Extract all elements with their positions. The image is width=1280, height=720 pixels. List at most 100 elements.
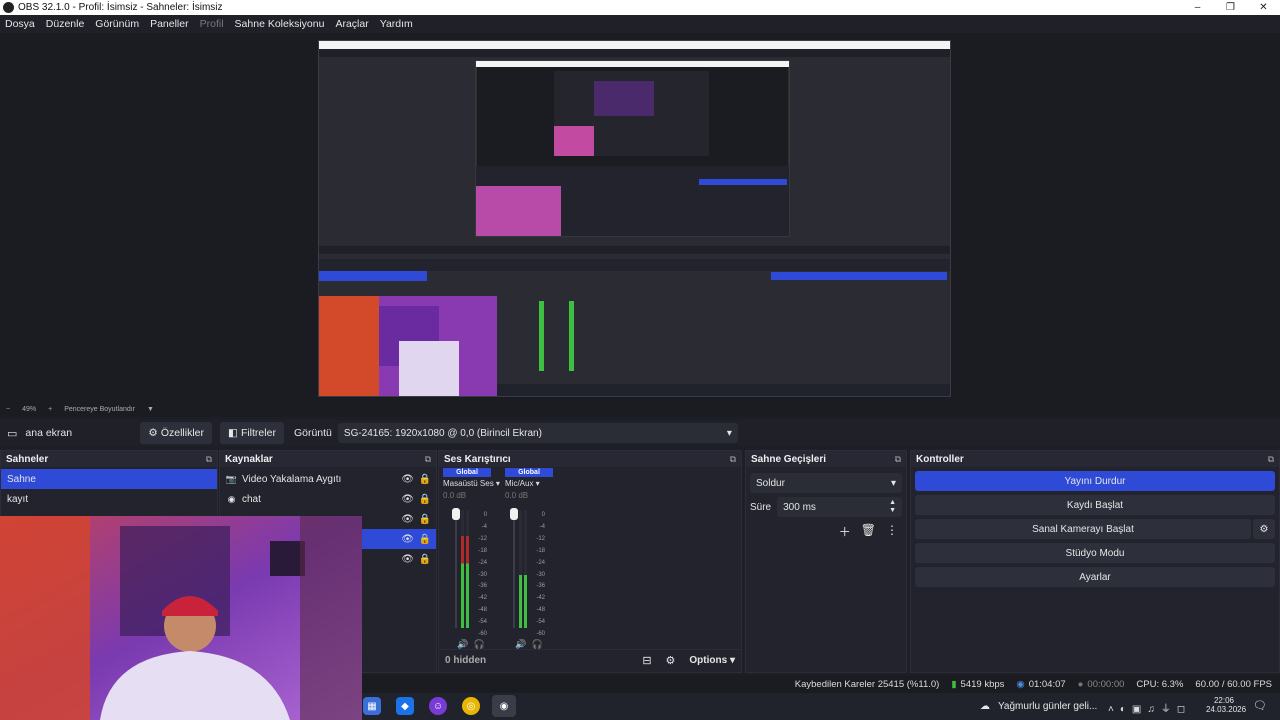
menu-view[interactable]: Görünüm — [95, 18, 139, 30]
meter-scale-tick: 0 — [483, 512, 487, 518]
notification-icon[interactable]: 🗨 — [1253, 699, 1267, 712]
stream-icon: ◉ — [1016, 678, 1025, 690]
display-select[interactable]: SG-24165: 1920x1080 @ 0,0 (Birincil Ekra… — [337, 423, 738, 443]
channel-name[interactable]: Mic/Aux ▾ — [505, 479, 553, 488]
weather-text[interactable]: Yağmurlu günler geli... — [998, 701, 1097, 712]
undock-icon[interactable]: ⧉ — [895, 454, 901, 465]
clock[interactable]: 22:06 24.03.2026 — [1206, 696, 1246, 714]
menu-profile[interactable]: Profil — [200, 18, 224, 30]
undock-icon[interactable]: ⧉ — [206, 454, 212, 465]
close-button[interactable]: ✕ — [1247, 0, 1280, 15]
cpu-usage: CPU: 6.3% — [1136, 678, 1184, 690]
advanced-audio-icon[interactable]: ⚙ — [666, 654, 676, 667]
menu-edit[interactable]: Düzenle — [46, 18, 85, 30]
obs-taskbar-icon[interactable]: ◉ — [492, 695, 516, 717]
headphones-icon[interactable]: 🎧 — [532, 639, 543, 649]
meter-scale-tick: -42 — [478, 595, 487, 602]
eye-icon[interactable]: 👁 — [401, 554, 414, 565]
stream-time: 01:04:07 — [1028, 678, 1066, 690]
controls-dock: Kontroller ⧉ Yayını Durdur Kaydı Başlat … — [910, 450, 1280, 673]
undock-icon[interactable]: ⧉ — [425, 454, 431, 465]
restore-button[interactable]: ❐ — [1214, 0, 1247, 15]
menu-help[interactable]: Yardım — [380, 18, 413, 30]
global-badge: Global — [505, 468, 553, 477]
source-item[interactable]: ◉ chat 👁 🔒 — [220, 489, 436, 509]
zoom-out-button[interactable]: − — [6, 406, 10, 413]
preview-canvas[interactable] — [318, 40, 951, 397]
speaker-icon[interactable]: 🔊 — [515, 639, 526, 649]
meter-scale-tick: -42 — [536, 595, 545, 602]
speaker-icon[interactable]: 🔊 — [457, 639, 468, 649]
webcam-image — [0, 516, 362, 720]
global-badge: Global — [443, 468, 491, 477]
volume-fader-knob[interactable] — [510, 508, 518, 520]
menu-tools[interactable]: Araçlar — [335, 18, 368, 30]
duration-spinbox[interactable]: 300 ms ▲ ▼ — [777, 497, 902, 517]
meter-scale-tick: -36 — [478, 583, 487, 590]
add-icon[interactable]: ＋ — [839, 523, 851, 540]
selected-source-name: ana ekran — [25, 427, 73, 439]
volume-fader[interactable] — [455, 510, 457, 628]
source-item[interactable]: 📷 Video Yakalama Aygıtı 👁 🔒 — [220, 469, 436, 489]
meter-scale-tick: -24 — [478, 559, 487, 566]
eye-icon[interactable]: 👁 — [401, 534, 414, 545]
lock-icon[interactable]: 🔒 — [419, 474, 431, 485]
discord-icon[interactable]: ☺ — [429, 697, 447, 715]
meter-scale-tick: -12 — [536, 535, 545, 542]
lock-icon[interactable]: 🔒 — [419, 534, 431, 545]
zoom-in-button[interactable]: + — [48, 406, 52, 413]
menu-docks[interactable]: Paneller — [150, 18, 189, 30]
eye-icon[interactable]: 👁 — [401, 514, 414, 525]
controls-title: Kontroller — [916, 453, 964, 465]
studio-mode-button[interactable]: Stüdyo Modu — [915, 543, 1275, 563]
stop-streaming-button[interactable]: Yayını Durdur — [915, 471, 1275, 491]
options-button[interactable]: Options ▾ — [689, 655, 735, 666]
bitrate: 5419 kbps — [960, 678, 1005, 690]
chevron-down-icon[interactable]: ▼ — [147, 406, 154, 413]
meter-scale-tick: -48 — [478, 607, 487, 614]
start-virtual-camera-button[interactable]: Sanal Kamerayı Başlat — [915, 519, 1251, 539]
channel-name[interactable]: Masaüstü Ses ▾ — [443, 479, 500, 488]
hidden-count[interactable]: 0 hidden — [445, 655, 486, 666]
volume-fader[interactable] — [513, 510, 515, 628]
scene-item[interactable]: Sahne — [1, 469, 217, 489]
meter-scale-tick: -30 — [536, 571, 545, 578]
meter-scale-tick: -36 — [536, 583, 545, 590]
lock-icon[interactable]: 🔒 — [419, 494, 431, 505]
scene-item[interactable]: kayıt — [1, 489, 217, 509]
minimize-button[interactable]: – — [1181, 0, 1214, 15]
store-icon[interactable]: ◆ — [396, 697, 414, 715]
camera-icon: 📷 — [225, 473, 238, 484]
eye-icon[interactable]: 👁 — [401, 494, 414, 505]
menu-scene-collection[interactable]: Sahne Koleksiyonu — [235, 18, 325, 30]
lock-icon[interactable]: 🔒 — [419, 514, 431, 525]
transition-select[interactable]: Soldur ▾ — [750, 473, 902, 493]
meter-scale-tick: -4 — [539, 523, 545, 530]
properties-button[interactable]: ⚙ Özellikler — [140, 422, 213, 444]
fps: 60.00 / 60.00 FPS — [1195, 678, 1272, 690]
fit-to-window-label[interactable]: Pencereye Boyutlandır — [64, 406, 135, 413]
undock-icon[interactable]: ⧉ — [730, 454, 736, 465]
undock-icon[interactable]: ⧉ — [1268, 454, 1274, 465]
virtual-camera-settings-button[interactable]: ⚙ — [1253, 519, 1275, 539]
lock-icon[interactable]: 🔒 — [419, 554, 431, 565]
settings-button[interactable]: Ayarlar — [915, 567, 1275, 587]
spin-arrows-icon[interactable]: ▲ ▼ — [889, 499, 896, 515]
volume-fader-knob[interactable] — [452, 508, 460, 520]
chrome-icon[interactable]: ◎ — [462, 697, 480, 715]
preview-area[interactable] — [0, 33, 1280, 401]
eye-icon[interactable]: 👁 — [401, 474, 414, 485]
menu-file[interactable]: Dosya — [5, 18, 35, 30]
meter-scale: 0 -4 -12 -18 -24 -30 -36 -42 -48 -54 -60 — [531, 510, 545, 641]
tray-icons[interactable]: ˄◐▣♫⏚◻ — [1108, 700, 1191, 715]
layout-toggle-icon[interactable]: ⊟ — [642, 654, 651, 667]
trash-icon[interactable]: 🗑 — [861, 523, 876, 540]
level-meter — [466, 510, 469, 628]
headphones-icon[interactable]: 🎧 — [474, 639, 485, 649]
gear-icon: ⚙ — [148, 427, 158, 439]
start-app-icon[interactable]: ▦ — [363, 697, 381, 715]
level-meter — [461, 510, 464, 628]
start-recording-button[interactable]: Kaydı Başlat — [915, 495, 1275, 515]
filters-button[interactable]: ◧ Filtreler — [220, 422, 284, 444]
more-options-icon[interactable]: ⋮ — [886, 523, 898, 540]
